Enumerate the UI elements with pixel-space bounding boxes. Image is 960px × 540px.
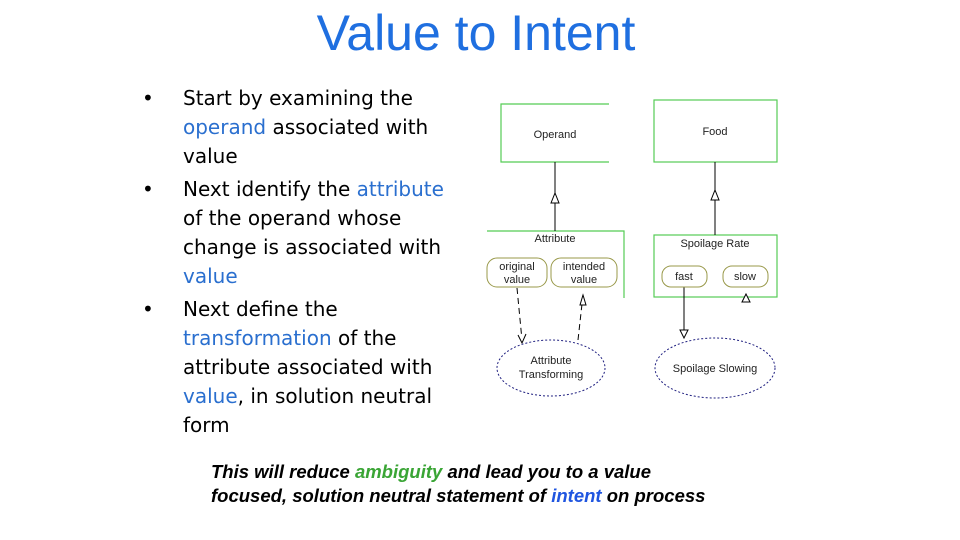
fast-label: fast bbox=[675, 271, 693, 283]
text: and lead you to a value bbox=[442, 461, 652, 482]
attribute-transforming-label: Transforming bbox=[519, 369, 583, 381]
attribute-label: Attribute bbox=[535, 233, 576, 245]
highlight-ambiguity: ambiguity bbox=[354, 461, 443, 482]
intended-label: intended bbox=[563, 261, 605, 273]
value-label: value bbox=[504, 274, 530, 286]
highlight-intent: intent bbox=[551, 485, 602, 506]
food-label: Food bbox=[702, 126, 727, 138]
operand-label: Operand bbox=[534, 129, 577, 141]
slow-label: slow bbox=[734, 271, 756, 283]
original-label: original bbox=[499, 261, 534, 273]
value-label: value bbox=[571, 274, 597, 286]
spoilage-rate-label: Spoilage Rate bbox=[680, 238, 749, 250]
conclusion-text: This will reduce ambiguity and lead you … bbox=[211, 460, 705, 508]
attribute-transforming-label: Attribute bbox=[531, 355, 572, 367]
text: This will reduce bbox=[211, 461, 355, 482]
opm-diagram: Operand Food Attribute original value in… bbox=[486, 99, 778, 399]
text: on process bbox=[601, 485, 706, 506]
attribute-transforming-process bbox=[496, 339, 606, 397]
text: focused, solution neutral statement of bbox=[211, 485, 552, 506]
spoilage-slowing-label: Spoilage Slowing bbox=[673, 363, 757, 375]
slide: Value to Intent • Start by examining the … bbox=[0, 0, 960, 540]
